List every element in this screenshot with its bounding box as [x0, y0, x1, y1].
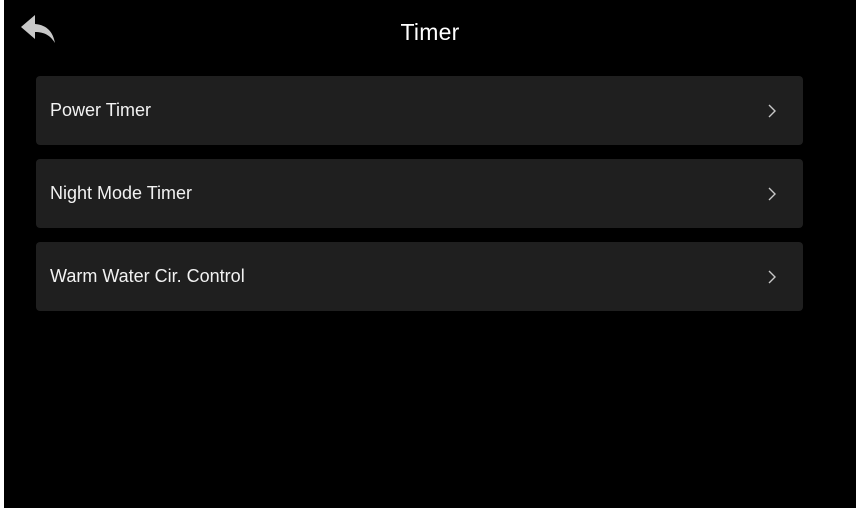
- menu-item-warm-water-cir-control[interactable]: Warm Water Cir. Control: [36, 242, 803, 311]
- menu-item-power-timer[interactable]: Power Timer: [36, 76, 803, 145]
- chevron-right-icon: [767, 103, 777, 119]
- menu-item-label: Power Timer: [50, 100, 152, 120]
- menu-item-label: Warm Water Cir. Control: [50, 266, 245, 286]
- chevron-right-icon: [767, 269, 777, 285]
- header: Timer: [4, 0, 856, 62]
- chevron-right-icon: [767, 186, 777, 202]
- menu-item-night-mode-timer[interactable]: Night Mode Timer: [36, 159, 803, 228]
- timer-screen: Timer Power Timer Night Mode Timer Warm …: [4, 0, 856, 508]
- timer-menu: Power Timer Night Mode Timer Warm Water …: [36, 76, 803, 325]
- menu-item-label: Night Mode Timer: [50, 183, 193, 203]
- page-title: Timer: [400, 19, 460, 45]
